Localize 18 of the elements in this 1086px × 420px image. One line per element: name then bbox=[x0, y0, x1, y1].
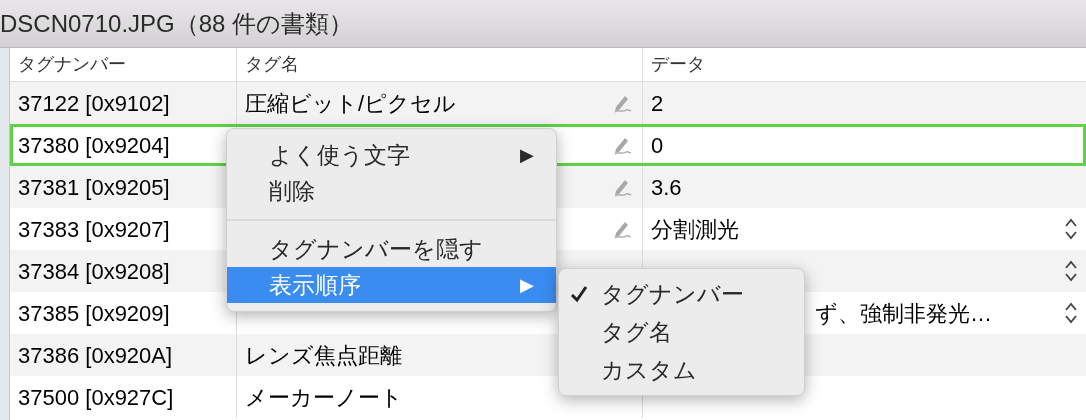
window-title: DSCN0710.JPG（88 件の書類） bbox=[0, 8, 354, 39]
table-cell-text: ず、強制非発光… bbox=[815, 299, 992, 328]
table-cell-text: 37384 [0x9208] bbox=[18, 257, 170, 286]
table-cell-text: 37381 [0x9205] bbox=[18, 173, 170, 202]
table-cell-text: 37380 [0x9204] bbox=[18, 131, 170, 160]
table-cell-text: 37386 [0x920A] bbox=[18, 341, 173, 370]
table-cell-text: 分割測光 bbox=[651, 215, 739, 244]
table-cell-text: 0 bbox=[651, 131, 664, 160]
table-cell-text: 圧縮ビット/ピクセル bbox=[245, 89, 457, 118]
table-cell-text: 37500 [0x927C] bbox=[18, 383, 174, 412]
table-cell-text: 37383 [0x9207] bbox=[18, 215, 170, 244]
submenu-arrow: ▶ bbox=[520, 143, 534, 167]
table-cell-text: 3.6 bbox=[651, 173, 682, 202]
table-cell-text: 2 bbox=[651, 89, 664, 118]
table-cell-text: メーカーノート bbox=[245, 383, 403, 412]
table-cell-text: 37122 [0x9102] bbox=[18, 89, 170, 118]
table-cell-text: 37385 [0x9209] bbox=[18, 299, 170, 328]
table-cell-text: レンズ焦点距離 bbox=[245, 341, 402, 370]
